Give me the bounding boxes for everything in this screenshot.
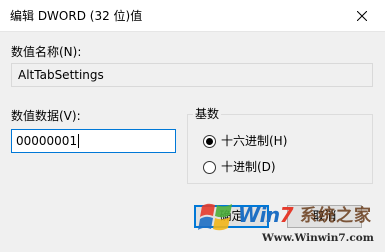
- radio-hexadecimal-icon[interactable]: [203, 134, 216, 148]
- value-name-text: AltTabSettings: [18, 68, 104, 82]
- value-data-text: 00000001: [16, 134, 78, 148]
- cancel-button[interactable]: 取消: [287, 205, 362, 228]
- value-data-input[interactable]: 00000001: [11, 129, 176, 153]
- title-bar[interactable]: 编辑 DWORD (32 位)值: [0, 0, 385, 32]
- radio-decimal-label: 十进制(D): [221, 160, 276, 174]
- radio-hexadecimal[interactable]: 十六进制(H): [203, 133, 287, 149]
- window-title: 编辑 DWORD (32 位)值: [10, 9, 143, 23]
- value-data-label: 数值数据(V):: [11, 109, 81, 123]
- edit-dword-dialog: 编辑 DWORD (32 位)值 数值名称(N): AltTabSettings…: [0, 0, 385, 252]
- value-name-label: 数值名称(N):: [11, 45, 82, 59]
- radio-decimal-icon[interactable]: [203, 160, 216, 174]
- watermark-url: Www.Winwin7.com: [262, 232, 374, 244]
- ok-button[interactable]: 确定: [194, 205, 269, 228]
- value-name-field[interactable]: AltTabSettings: [11, 63, 373, 87]
- close-icon: [357, 10, 367, 21]
- text-caret: [78, 134, 80, 148]
- base-legend: 基数: [193, 106, 222, 122]
- radio-hexadecimal-label: 十六进制(H): [221, 134, 288, 148]
- radio-decimal[interactable]: 十进制(D): [203, 159, 276, 175]
- close-button[interactable]: [339, 0, 385, 31]
- radio-selected-dot: [206, 137, 213, 145]
